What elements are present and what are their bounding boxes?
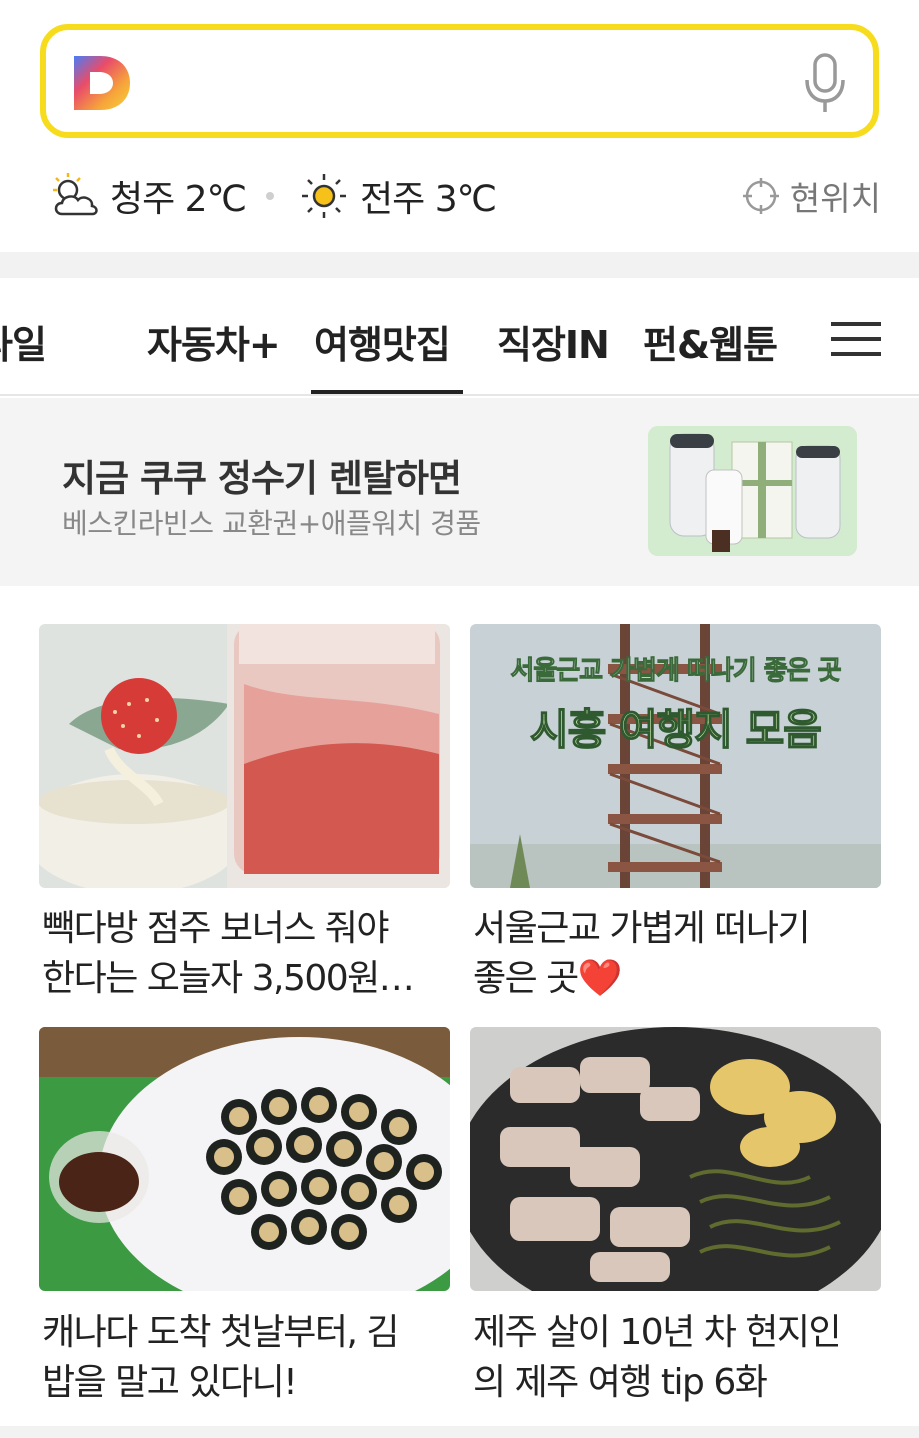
card-title-4-line2: 의 제주 여행 tip 6화 [473,1362,768,1403]
ad-banner[interactable]: 지금 쿠쿠 정수기 렌탈하면 베스킨라빈스 교환권+애플워치 경품 [0,398,919,586]
separator-dot [266,192,275,200]
sun-icon [302,174,347,218]
ad-subtitle: 베스킨라빈스 교환권+애플워치 경품 [62,507,481,540]
crosshair-icon [742,178,779,214]
current-location-label: 현위치 [789,179,881,218]
card-title-3[interactable]: 캐나다 도착 첫날부터, 김 밥을 말고 있다니! [42,1308,432,1408]
weather-row: 청주 2℃ 전주 3℃ [48,166,497,226]
tab-travel-food[interactable]: 여행맛집 [314,314,451,369]
partly-cloudy-icon [53,173,98,216]
card-image-strawberry-drink[interactable] [39,624,450,888]
card-image-kimbap[interactable] [39,1027,450,1291]
card-title-2[interactable]: 서울근교 가볍게 떠나기 좋은 곳❤️ [473,904,863,1004]
card-title-2-line2: 좋은 곳❤️ [473,958,623,999]
card-title-2-line1: 서울근교 가볍게 떠나기 [473,908,811,949]
microphone-icon[interactable] [803,52,847,114]
tab-style[interactable]: 타일 [0,314,47,369]
card-title-4-line1: 제주 살이 10년 차 현지인 [473,1312,842,1353]
search-bar[interactable] [40,24,879,138]
category-tabs: 타일 자동차+ 여행맛집 직장IN 펀&웹툰 [0,278,919,396]
card-title-3-line1: 캐나다 도착 첫날부터, 김 [42,1312,399,1353]
card-title-3-line2: 밥을 말고 있다니! [42,1362,298,1403]
card-image-jeju-bbq[interactable] [470,1027,881,1291]
weather-city1[interactable]: 청주 2℃ [110,170,247,222]
ad-title: 지금 쿠쿠 정수기 렌탈하면 [62,457,462,500]
hamburger-menu-icon[interactable] [831,320,881,358]
current-location-button[interactable]: 현위치 [742,172,881,220]
card-image-caption-top: 서울근교 가볍게 떠나기 좋은 곳 [510,656,842,687]
card-title-4[interactable]: 제주 살이 10년 차 현지인 의 제주 여행 tip 6화 [473,1308,863,1408]
ad-product-image [648,426,857,556]
section-divider-bottom [0,1426,919,1438]
section-divider [0,252,919,278]
tab-auto[interactable]: 자동차+ [147,314,281,369]
weather-city2[interactable]: 전주 3℃ [360,170,497,222]
tab-work[interactable]: 직장IN [497,314,610,369]
card-image-siheung-tower[interactable]: 서울근교 가볍게 떠나기 좋은 곳 시흥 여행지 모음 [470,624,881,888]
card-title-1-line1: 빽다방 점주 보너스 줘야 [42,908,390,949]
card-image-caption-main: 시흥 여행지 모음 [529,704,822,755]
tab-fun-webtoon[interactable]: 펀&웹툰 [643,314,778,369]
card-title-1[interactable]: 빽다방 점주 보너스 줘야 한다는 오늘자 3,500원… [42,904,432,1004]
card-title-1-line2: 한다는 오늘자 3,500원… [42,958,415,999]
daum-logo[interactable] [70,52,132,114]
active-tab-indicator [311,390,463,394]
